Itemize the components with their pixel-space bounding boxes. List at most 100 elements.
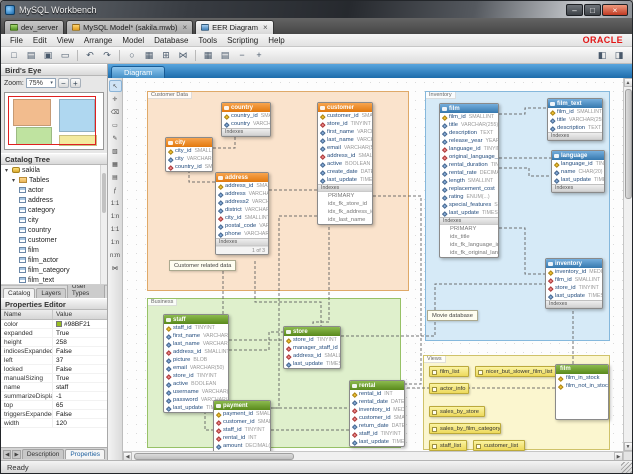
- rel-1-1-identifying-tool[interactable]: 1:1: [109, 223, 122, 235]
- table-figure-payment[interactable]: paymentpayment_idSMALLINTcustomer_idSMAL…: [213, 400, 271, 451]
- toggle-output-icon[interactable]: ◨: [611, 49, 627, 62]
- section-bar[interactable]: Indexes: [222, 128, 270, 136]
- table-figure-inventory[interactable]: inventoryinventory_idMEDIUMINTfilm_idSMA…: [545, 258, 603, 309]
- table-figure-country[interactable]: countrycountry_idSMALLINTcountryVARCHAR(…: [221, 102, 271, 137]
- view-figure-sales-by-store[interactable]: sales_by_store: [429, 406, 485, 417]
- horizontal-scroll-thumb[interactable]: [134, 453, 294, 460]
- tree-item-address[interactable]: address: [1, 195, 107, 205]
- rel-1-n-non-identifying-tool[interactable]: 1:n: [109, 210, 122, 222]
- tab-description[interactable]: Description: [22, 449, 65, 459]
- section-bar[interactable]: Indexes: [440, 217, 498, 225]
- section-bar[interactable]: Indexes: [546, 300, 602, 308]
- resize-grip[interactable]: [621, 462, 632, 473]
- delete-tool[interactable]: ⌫: [109, 106, 122, 118]
- property-row[interactable]: indicesExpandedFalse: [1, 347, 107, 356]
- maximize-button[interactable]: □: [584, 4, 601, 16]
- menu-help[interactable]: Help: [263, 36, 289, 45]
- tab-catalog[interactable]: Catalog: [3, 288, 35, 298]
- table-figure-staff[interactable]: staffstaff_idTINYINTfirst_nameVARCHAR(45…: [163, 314, 229, 413]
- horizontal-scrollbar[interactable]: ◀ ▶: [123, 451, 623, 460]
- new-table-icon[interactable]: ▦: [200, 49, 216, 62]
- minimap-viewport[interactable]: [8, 96, 96, 145]
- hand-tool[interactable]: ✛: [109, 93, 122, 105]
- property-row[interactable]: namestaff: [1, 383, 107, 392]
- open-document-icon[interactable]: ▤: [23, 49, 39, 62]
- catalog-tree-scrollbar[interactable]: [100, 165, 107, 284]
- menu-view[interactable]: View: [52, 36, 79, 45]
- align-to-grid-icon[interactable]: ⊞: [158, 49, 174, 62]
- tree-item-customer[interactable]: customer: [1, 235, 107, 245]
- zoom-level-select[interactable]: 75% ▾: [26, 78, 56, 88]
- tree-item-film-text[interactable]: film_text: [1, 275, 107, 285]
- scroll-down-button[interactable]: ▼: [624, 442, 633, 451]
- section-bar[interactable]: Indexes: [318, 184, 372, 192]
- zoom-in-icon[interactable]: +: [251, 49, 267, 62]
- image-tool[interactable]: ▧: [109, 145, 122, 157]
- section-bar[interactable]: Indexes: [552, 184, 604, 192]
- table-figure-address[interactable]: addressaddress_idSMALLINTaddressVARCHAR(…: [215, 172, 269, 255]
- tab-diagram[interactable]: Diagram: [111, 66, 165, 78]
- table-figure-rental[interactable]: rentalrental_idINTrental_dateDATETIMEinv…: [349, 380, 405, 447]
- vertical-scroll-thumb[interactable]: [625, 89, 632, 199]
- note-tool[interactable]: ✎: [109, 132, 122, 144]
- vertical-scrollbar[interactable]: ▲ ▼: [623, 78, 632, 451]
- tree-item-film[interactable]: film: [1, 245, 107, 255]
- menu-model[interactable]: Model: [117, 36, 149, 45]
- menu-scripting[interactable]: Scripting: [222, 36, 263, 45]
- table-figure-film_text[interactable]: film_textfilm_idSMALLINTtitleVARCHAR(255…: [547, 98, 603, 141]
- view-figure-sales-by-film-category[interactable]: sales_by_film_category: [429, 423, 501, 434]
- view-tool[interactable]: ▤: [109, 171, 122, 183]
- table-figure-language[interactable]: languagelanguage_idTINYINTnameCHAR(20)la…: [551, 150, 605, 193]
- menu-file[interactable]: File: [5, 36, 28, 45]
- table-figure-film[interactable]: filmfilm_idSMALLINTtitleVARCHAR(255)desc…: [439, 103, 499, 258]
- note-movie-database[interactable]: Movie database: [427, 310, 478, 321]
- eer-diagram-canvas[interactable]: Customer DataInventoryBusinessViewscount…: [123, 78, 623, 451]
- view-figure-customer-list[interactable]: customer_list: [473, 440, 525, 451]
- property-row[interactable]: triggersExpandedFalse: [1, 410, 107, 419]
- rel-existing-columns-tool[interactable]: ⋈: [109, 262, 122, 274]
- tab-layers[interactable]: Layers: [36, 288, 66, 298]
- property-row[interactable]: height258: [1, 338, 107, 347]
- menu-arrange[interactable]: Arrange: [79, 36, 117, 45]
- birds-eye-minimap[interactable]: [4, 92, 104, 150]
- rel-1-n-identifying-tool[interactable]: 1:n: [109, 236, 122, 248]
- view-figure-actor-info[interactable]: actor_info: [429, 383, 469, 394]
- property-row[interactable]: color#98BF21: [1, 320, 107, 329]
- zoom-out-icon[interactable]: −: [234, 49, 250, 62]
- tree-item-city[interactable]: city: [1, 215, 107, 225]
- toggle-grid-icon[interactable]: ▦: [141, 49, 157, 62]
- zoom-in-button[interactable]: +: [70, 78, 81, 88]
- property-row[interactable]: lockedFalse: [1, 365, 107, 374]
- routine-group-film[interactable]: filmfilm_in_stockfilm_not_in_stock: [555, 364, 609, 420]
- menu-edit[interactable]: Edit: [28, 36, 52, 45]
- property-row[interactable]: expandedTrue: [1, 329, 107, 338]
- property-row[interactable]: summarizeDisplay-1: [1, 392, 107, 401]
- table-figure-city[interactable]: citycity_idSMALLINTcityVARCHAR(50)countr…: [165, 137, 213, 172]
- close-tab-icon[interactable]: ×: [263, 24, 268, 32]
- table-figure-store[interactable]: storestore_idTINYINTmanager_staff_idTINY…: [283, 326, 341, 369]
- menu-tools[interactable]: Tools: [193, 36, 222, 45]
- tab-mysql-model-sakila-mwb[interactable]: MySQL Model* (sakila.mwb)×: [66, 20, 193, 34]
- tree-item-category[interactable]: category: [1, 205, 107, 215]
- rel-n-m-identifying-tool[interactable]: n:m: [109, 249, 122, 261]
- table-footer[interactable]: 1 of 3: [216, 246, 268, 254]
- new-view-icon[interactable]: ▤: [217, 49, 233, 62]
- tab-eer-diagram[interactable]: EER Diagram×: [195, 20, 274, 34]
- pointer-tool[interactable]: ↖: [109, 80, 122, 92]
- routine-group-tool[interactable]: ƒ: [109, 184, 122, 196]
- section-bar[interactable]: Indexes: [548, 132, 602, 140]
- tree-node-schema[interactable]: ▾sakila: [1, 165, 107, 175]
- view-figure-staff-list[interactable]: staff_list: [429, 440, 467, 451]
- table-figure-customer[interactable]: customercustomer_idSMALLINTstore_idTINYI…: [317, 102, 373, 225]
- tab-scroll-right-button[interactable]: ▶: [12, 450, 20, 459]
- zoom-out-button[interactable]: −: [58, 78, 69, 88]
- new-document-icon[interactable]: □: [6, 49, 22, 62]
- undo-icon[interactable]: ↶: [82, 49, 98, 62]
- tab-dev-server[interactable]: dev_server: [4, 20, 64, 34]
- print-icon[interactable]: ▭: [57, 49, 73, 62]
- layer-tool[interactable]: ▭: [109, 119, 122, 131]
- property-row[interactable]: width120: [1, 419, 107, 428]
- property-row[interactable]: left37: [1, 356, 107, 365]
- tree-node-tables[interactable]: ▾Tables: [1, 175, 107, 185]
- view-figure-film-list[interactable]: film_list: [429, 366, 469, 377]
